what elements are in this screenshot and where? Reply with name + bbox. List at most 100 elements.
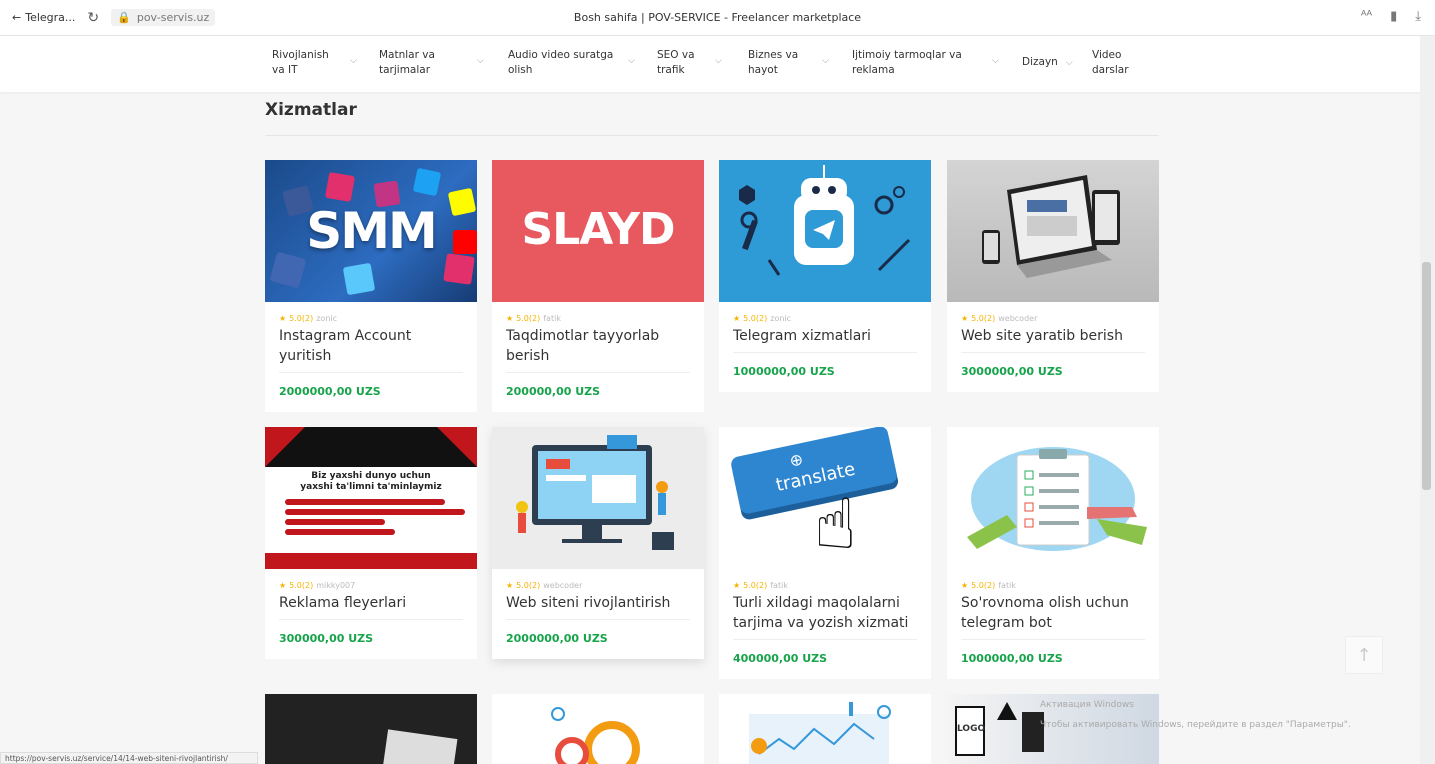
category-nav: Rivojlanish va IT ⌵ Matnlar va tarjimalar… <box>0 36 1420 92</box>
service-card[interactable] <box>492 694 704 764</box>
service-card[interactable]: ★ 5.0(2) zonic Telegram xizmatlari 1000000… <box>719 160 931 392</box>
windows-activation-text: Чтобы активировать Windows, перейдите в … <box>1040 720 1351 730</box>
nav-item-matnlar[interactable]: Matnlar va tarjimalar ⌵ <box>379 48 489 78</box>
flyer-bar <box>285 529 395 535</box>
service-title[interactable]: Taqdimotlar tayyorlab berish <box>506 326 690 373</box>
twitter-cube <box>412 167 442 197</box>
chevron-down-icon: ⌵ <box>628 56 635 66</box>
service-card[interactable]: ★ 5.0(2) fatik So'rovnoma olish uchun tele… <box>947 427 1159 679</box>
hand-cursor-icon: ☝ <box>814 483 857 565</box>
nav-item-biznes[interactable]: Biznes va hayot ⌵ <box>748 48 833 78</box>
service-price: 2000000,00 UZS <box>506 632 608 645</box>
service-image[interactable]: Biz yaxshi dunyo uchun yaxshi ta'limni t… <box>265 427 477 569</box>
globe-icon: ⊕ <box>787 449 805 471</box>
devices-illustration <box>982 175 1120 278</box>
service-card[interactable]: ⊕ translate ☝ ★ 5.0(2) fatik Turli xildagi… <box>719 427 931 679</box>
service-image[interactable] <box>382 729 458 764</box>
nav-item-rivojlanish[interactable]: Rivojlanish va IT ⌵ <box>272 48 362 78</box>
service-price: 400000,00 UZS <box>733 652 828 665</box>
service-price: 3000000,00 UZS <box>961 365 1063 378</box>
chevron-down-icon: ⌵ <box>822 56 829 66</box>
section-title: Xizmatlar <box>265 100 357 120</box>
download-icon[interactable]: ⤓ <box>1415 9 1421 24</box>
read-aloud-icon[interactable]: ᴬᴬ <box>1361 9 1372 24</box>
page-title: Bosh sahifa | POV-SERVICE - Freelancer m… <box>573 11 862 24</box>
star-icon: ★ <box>733 314 741 323</box>
service-card[interactable]: ★ 5.0(2) webcoder Web site yaratib berish … <box>947 160 1159 392</box>
service-price: 2000000,00 UZS <box>279 385 381 398</box>
survey-illustration <box>967 447 1147 551</box>
bookmark-icon[interactable]: ▮ <box>1390 9 1397 24</box>
status-bar-url: https://pov-servis.uz/service/14/14-web-… <box>0 752 258 764</box>
service-price: 200000,00 UZS <box>506 385 601 398</box>
service-card[interactable]: ★ 5.0(2) webcoder Web siteni rivojlantiris… <box>492 427 704 659</box>
service-title[interactable]: Instagram Account yuritish <box>279 326 463 373</box>
rating-line: ★ 5.0(2) mikky007 <box>279 581 356 590</box>
service-image[interactable]: SMM <box>265 160 477 302</box>
like-cube <box>342 262 376 296</box>
instagram-cube <box>324 171 356 203</box>
chevron-down-icon: ⌵ <box>992 56 999 66</box>
divider <box>265 135 1159 136</box>
scrollbar-thumb[interactable] <box>1422 262 1431 490</box>
service-card[interactable]: Biz yaxshi dunyo uchun yaxshi ta'limni t… <box>265 427 477 659</box>
service-image[interactable] <box>719 694 931 764</box>
service-image[interactable]: ⊕ translate ☝ <box>719 427 931 569</box>
chevron-down-icon: ⌵ <box>350 56 357 66</box>
flyer-bar <box>285 519 385 525</box>
service-title[interactable]: Reklama fleyerlari <box>279 593 463 620</box>
service-image[interactable] <box>947 160 1159 302</box>
service-image[interactable] <box>492 694 704 764</box>
service-title[interactable]: Telegram xizmatlari <box>733 326 917 353</box>
arrow-up-icon: ↑ <box>1356 644 1372 666</box>
service-card[interactable] <box>265 694 477 764</box>
nav-item-ijtimoiy[interactable]: Ijtimoiy tarmoqlar va reklama ⌵ <box>852 48 1002 78</box>
rating-line: ★ 5.0(2) zonic <box>279 314 338 323</box>
service-title[interactable]: Turli xildagi maqolalarni tarjima va yoz… <box>733 593 917 640</box>
service-card[interactable]: SLAYD ★ 5.0(2) fatik Taqdimotlar tayyorlab… <box>492 160 704 412</box>
rating-line: ★ 5.0(2) fatik <box>961 581 1016 590</box>
phone-shape <box>1022 712 1044 752</box>
scroll-to-top-button[interactable]: ↑ <box>1345 636 1383 674</box>
windows-activation-title: Активация Windows <box>1040 700 1134 710</box>
chevron-down-icon: ⌵ <box>715 56 722 66</box>
service-card[interactable]: SMM ★ 5.0(2) zonic Instagram Account yurit… <box>265 160 477 412</box>
web-development-illustration <box>516 435 674 550</box>
flyer-bar <box>285 509 465 515</box>
service-title[interactable]: Web siteni rivojlantirish <box>506 593 690 620</box>
service-title[interactable]: Web site yaratib berish <box>961 326 1145 353</box>
triangle-shape <box>997 702 1017 720</box>
star-icon: ★ <box>733 581 741 590</box>
image-caption: SMM <box>306 202 438 260</box>
star-icon: ★ <box>961 314 969 323</box>
rating-line: ★ 5.0(2) zonic <box>733 314 792 323</box>
image-caption: SLAYD <box>521 204 676 255</box>
rating-line: ★ 5.0(2) fatik <box>733 581 788 590</box>
nav-item-audio-video[interactable]: Audio video suratga olish ⌵ <box>508 48 638 78</box>
service-image[interactable] <box>947 427 1159 569</box>
star-icon: ★ <box>506 314 514 323</box>
service-image[interactable] <box>492 427 704 569</box>
logo-sample: LOGO <box>955 706 985 756</box>
nav-item-seo[interactable]: SEO va trafik ⌵ <box>657 48 727 78</box>
star-icon: ★ <box>506 581 514 590</box>
service-image[interactable]: SLAYD <box>492 160 704 302</box>
star-icon: ★ <box>961 581 969 590</box>
service-price: 1000000,00 UZS <box>961 652 1063 665</box>
image-caption: Biz yaxshi dunyo uchun yaxshi ta'limni t… <box>300 471 442 492</box>
service-card[interactable] <box>719 694 931 764</box>
service-title[interactable]: So'rovnoma olish uchun telegram bot <box>961 593 1145 640</box>
service-price: 1000000,00 UZS <box>733 365 835 378</box>
nav-item-video-darslar[interactable]: Video darslar <box>1092 48 1137 78</box>
nav-item-dizayn[interactable]: Dizayn ⌵ <box>1022 55 1077 71</box>
service-price: 300000,00 UZS <box>279 632 374 645</box>
rating-line: ★ 5.0(2) fatik <box>506 314 561 323</box>
star-icon: ★ <box>279 581 287 590</box>
chevron-down-icon: ⌵ <box>477 56 484 66</box>
service-image[interactable] <box>719 160 931 302</box>
telegram-robot-illustration <box>739 165 911 276</box>
flyer-corner <box>437 427 477 467</box>
flyer-corner <box>265 427 305 467</box>
chevron-down-icon: ⌵ <box>1065 58 1073 68</box>
flyer-bar <box>285 499 445 505</box>
